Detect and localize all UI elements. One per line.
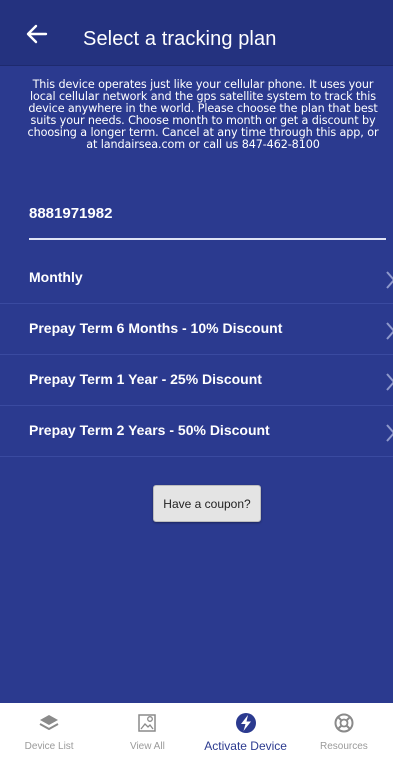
plan-list: Monthly Prepay Term 6 Months - 10% Disco… bbox=[0, 253, 393, 457]
page-title: Select a tracking plan bbox=[83, 28, 277, 50]
plan-item-6-months[interactable]: Prepay Term 6 Months - 10% Discount bbox=[0, 304, 393, 355]
plan-item-monthly[interactable]: Monthly bbox=[0, 253, 393, 304]
plan-item-2-years[interactable]: Prepay Term 2 Years - 50% Discount bbox=[0, 406, 393, 457]
activate-screen: Select a tracking plan This device opera… bbox=[0, 0, 393, 759]
app-header: Select a tracking plan bbox=[0, 0, 393, 66]
plan-item-1-year[interactable]: Prepay Term 1 Year - 25% Discount bbox=[0, 355, 393, 406]
nav-label: Device List bbox=[24, 741, 74, 752]
chevron-right-icon bbox=[386, 424, 393, 442]
coupon-button[interactable]: Have a coupon? bbox=[153, 485, 261, 522]
chevron-right-icon bbox=[386, 322, 393, 340]
lifebuoy-icon bbox=[334, 713, 354, 733]
nav-label: Resources bbox=[319, 741, 368, 752]
arrow-left-icon[interactable] bbox=[24, 22, 50, 46]
divider bbox=[29, 238, 386, 240]
intro-text: This device operates just like your cell… bbox=[27, 78, 379, 151]
chevron-right-icon bbox=[386, 271, 393, 289]
map-icon bbox=[138, 714, 157, 732]
plan-label: Monthly bbox=[29, 269, 83, 285]
layers-icon bbox=[39, 715, 59, 731]
nav-label: Activate Device bbox=[204, 739, 287, 753]
nav-resources[interactable]: Resources bbox=[295, 703, 393, 759]
plan-label: Prepay Term 6 Months - 10% Discount bbox=[29, 320, 283, 336]
chevron-right-icon bbox=[386, 373, 393, 391]
plan-label: Prepay Term 2 Years - 50% Discount bbox=[29, 422, 270, 438]
nav-device-list[interactable]: Device List bbox=[0, 703, 98, 759]
bottom-nav: Device List View All Activate Device Res… bbox=[0, 703, 393, 759]
plan-label: Prepay Term 1 Year - 25% Discount bbox=[29, 371, 262, 387]
nav-label: View All bbox=[129, 741, 165, 752]
nav-view-all[interactable]: View All bbox=[98, 703, 196, 759]
bolt-icon bbox=[235, 713, 256, 733]
device-id: 8881971982 bbox=[29, 205, 113, 222]
nav-activate-device[interactable]: Activate Device bbox=[197, 703, 295, 759]
